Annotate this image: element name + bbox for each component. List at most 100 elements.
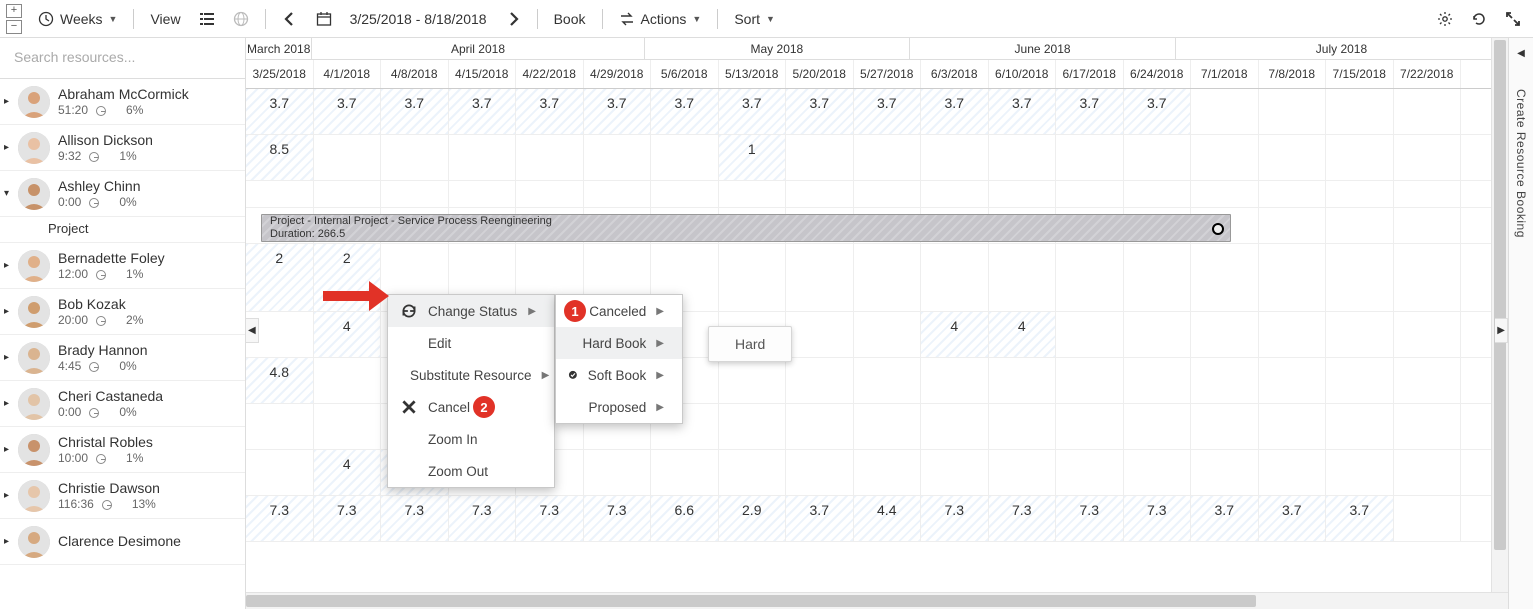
timeline-cell[interactable]: [1394, 181, 1462, 207]
timeline-cell[interactable]: 2: [246, 244, 314, 311]
timeline-cell[interactable]: [786, 181, 854, 207]
resource-row[interactable]: ▾Ashley Chinn0:000%: [0, 171, 245, 217]
timeline-cell[interactable]: [314, 358, 382, 403]
timeline-cell[interactable]: 3.7: [854, 89, 922, 134]
timeline-cell[interactable]: 6.6: [651, 496, 719, 541]
timeline-cell[interactable]: [246, 450, 314, 495]
expander-icon[interactable]: ▸: [4, 490, 16, 501]
view-list-button[interactable]: [193, 7, 221, 31]
menu-cancel[interactable]: Cancel: [388, 391, 554, 423]
timeline-cell[interactable]: [651, 181, 719, 207]
resource-row[interactable]: ▸Brady Hannon4:450%: [0, 335, 245, 381]
timeline-cell[interactable]: [1259, 181, 1327, 207]
timeline-cell[interactable]: [1259, 312, 1327, 357]
expander-icon[interactable]: ▸: [4, 306, 16, 317]
timeline-cell[interactable]: [1394, 244, 1462, 311]
timeline-cell[interactable]: [1326, 244, 1394, 311]
timeline-cell[interactable]: [786, 135, 854, 180]
timeline-cell[interactable]: [786, 312, 854, 357]
timeline-cell[interactable]: [516, 135, 584, 180]
timeline-cell[interactable]: 7.3: [246, 496, 314, 541]
timeline-cell[interactable]: 3.7: [449, 89, 517, 134]
timeline-cell[interactable]: [854, 404, 922, 449]
timeline-cell[interactable]: 3.7: [1056, 89, 1124, 134]
drag-handle-icon[interactable]: [1212, 223, 1224, 235]
search-input[interactable]: [12, 48, 237, 66]
timeline-cell[interactable]: 7.3: [314, 496, 382, 541]
timeline-cell[interactable]: [1124, 404, 1192, 449]
collapse-all-button[interactable]: −: [6, 20, 22, 34]
timeline-cell[interactable]: [921, 450, 989, 495]
timeline-cell[interactable]: 7.3: [584, 496, 652, 541]
timeline-cell[interactable]: [854, 312, 922, 357]
timeline-cell[interactable]: [921, 358, 989, 403]
timeline-cell[interactable]: [516, 181, 584, 207]
timeline-cell[interactable]: [786, 358, 854, 403]
timeline-cell[interactable]: [921, 181, 989, 207]
project-bar[interactable]: Project - Internal Project - Service Pro…: [261, 214, 1231, 242]
timeline-cell[interactable]: [719, 244, 787, 311]
timeline-cell[interactable]: [1124, 312, 1192, 357]
timeline-cell[interactable]: 7.3: [1056, 496, 1124, 541]
timeline-cell[interactable]: [1124, 244, 1192, 311]
timeline-cell[interactable]: [786, 450, 854, 495]
timeline-cell[interactable]: [449, 181, 517, 207]
resource-row[interactable]: ▸Abraham McCormick51:206%: [0, 79, 245, 125]
timeline-cell[interactable]: 3.7: [719, 89, 787, 134]
timeline-cell[interactable]: [1056, 181, 1124, 207]
timeline-cell[interactable]: 3.7: [1124, 89, 1192, 134]
timeline-cell[interactable]: [854, 358, 922, 403]
timeline-cell[interactable]: [1259, 135, 1327, 180]
timeline-cell[interactable]: [1394, 404, 1462, 449]
timeline-cell[interactable]: [719, 450, 787, 495]
timeline-cell[interactable]: [1191, 358, 1259, 403]
timeline-cell[interactable]: [1191, 181, 1259, 207]
timeline-cell[interactable]: [381, 181, 449, 207]
timeline-cell[interactable]: [719, 181, 787, 207]
timeline-cell[interactable]: [989, 181, 1057, 207]
timeline-cell[interactable]: 2.9: [719, 496, 787, 541]
expand-all-button[interactable]: +: [6, 4, 22, 18]
timeline-cell[interactable]: 7.3: [516, 496, 584, 541]
expander-icon[interactable]: ▸: [4, 398, 16, 409]
timeline-cell[interactable]: [854, 181, 922, 207]
expander-icon[interactable]: ▾: [4, 188, 16, 199]
timeline-cell[interactable]: [381, 135, 449, 180]
expander-icon[interactable]: ▸: [4, 142, 16, 153]
timeline-cell[interactable]: [1394, 312, 1462, 357]
timeline-cell[interactable]: [584, 450, 652, 495]
resource-row[interactable]: ▸Bernadette Foley12:001%: [0, 243, 245, 289]
resource-row[interactable]: ▸Bob Kozak20:002%: [0, 289, 245, 335]
fullscreen-button[interactable]: [1499, 7, 1527, 31]
timeline-cell[interactable]: [584, 135, 652, 180]
timeline-cell[interactable]: 7.3: [381, 496, 449, 541]
timeline-cell[interactable]: 1: [719, 135, 787, 180]
refresh-button[interactable]: [1465, 7, 1493, 31]
expander-icon[interactable]: ▸: [4, 352, 16, 363]
timeline-cell[interactable]: [1191, 135, 1259, 180]
timeline-cell[interactable]: [314, 404, 382, 449]
timeline-cell[interactable]: [1191, 89, 1259, 134]
timeline-cell[interactable]: [1191, 244, 1259, 311]
timeline-cell[interactable]: 3.7: [1191, 496, 1259, 541]
timeline-cell[interactable]: [921, 135, 989, 180]
timeline-cell[interactable]: [1259, 450, 1327, 495]
timeline-cell[interactable]: 3.7: [246, 89, 314, 134]
timeline-cell[interactable]: [921, 244, 989, 311]
timeline-cell[interactable]: [1124, 450, 1192, 495]
timeline-cell[interactable]: 4: [921, 312, 989, 357]
timeline-cell[interactable]: [1326, 312, 1394, 357]
timeline-cell[interactable]: 4.8: [246, 358, 314, 403]
timeline-cell[interactable]: [246, 181, 314, 207]
timeline-cell[interactable]: [1056, 404, 1124, 449]
resource-row[interactable]: ▸Clarence Desimone: [0, 519, 245, 565]
timeline-cell[interactable]: 4: [989, 312, 1057, 357]
timeline-cell[interactable]: [1394, 358, 1462, 403]
date-range-label[interactable]: 3/25/2018 - 8/18/2018: [344, 7, 493, 31]
timeline-cell[interactable]: [786, 244, 854, 311]
timeline-cell[interactable]: [854, 244, 922, 311]
timeline-cell[interactable]: [1326, 89, 1394, 134]
timeline-cell[interactable]: 3.7: [651, 89, 719, 134]
expander-icon[interactable]: ▸: [4, 444, 16, 455]
timeline-cell[interactable]: [921, 404, 989, 449]
